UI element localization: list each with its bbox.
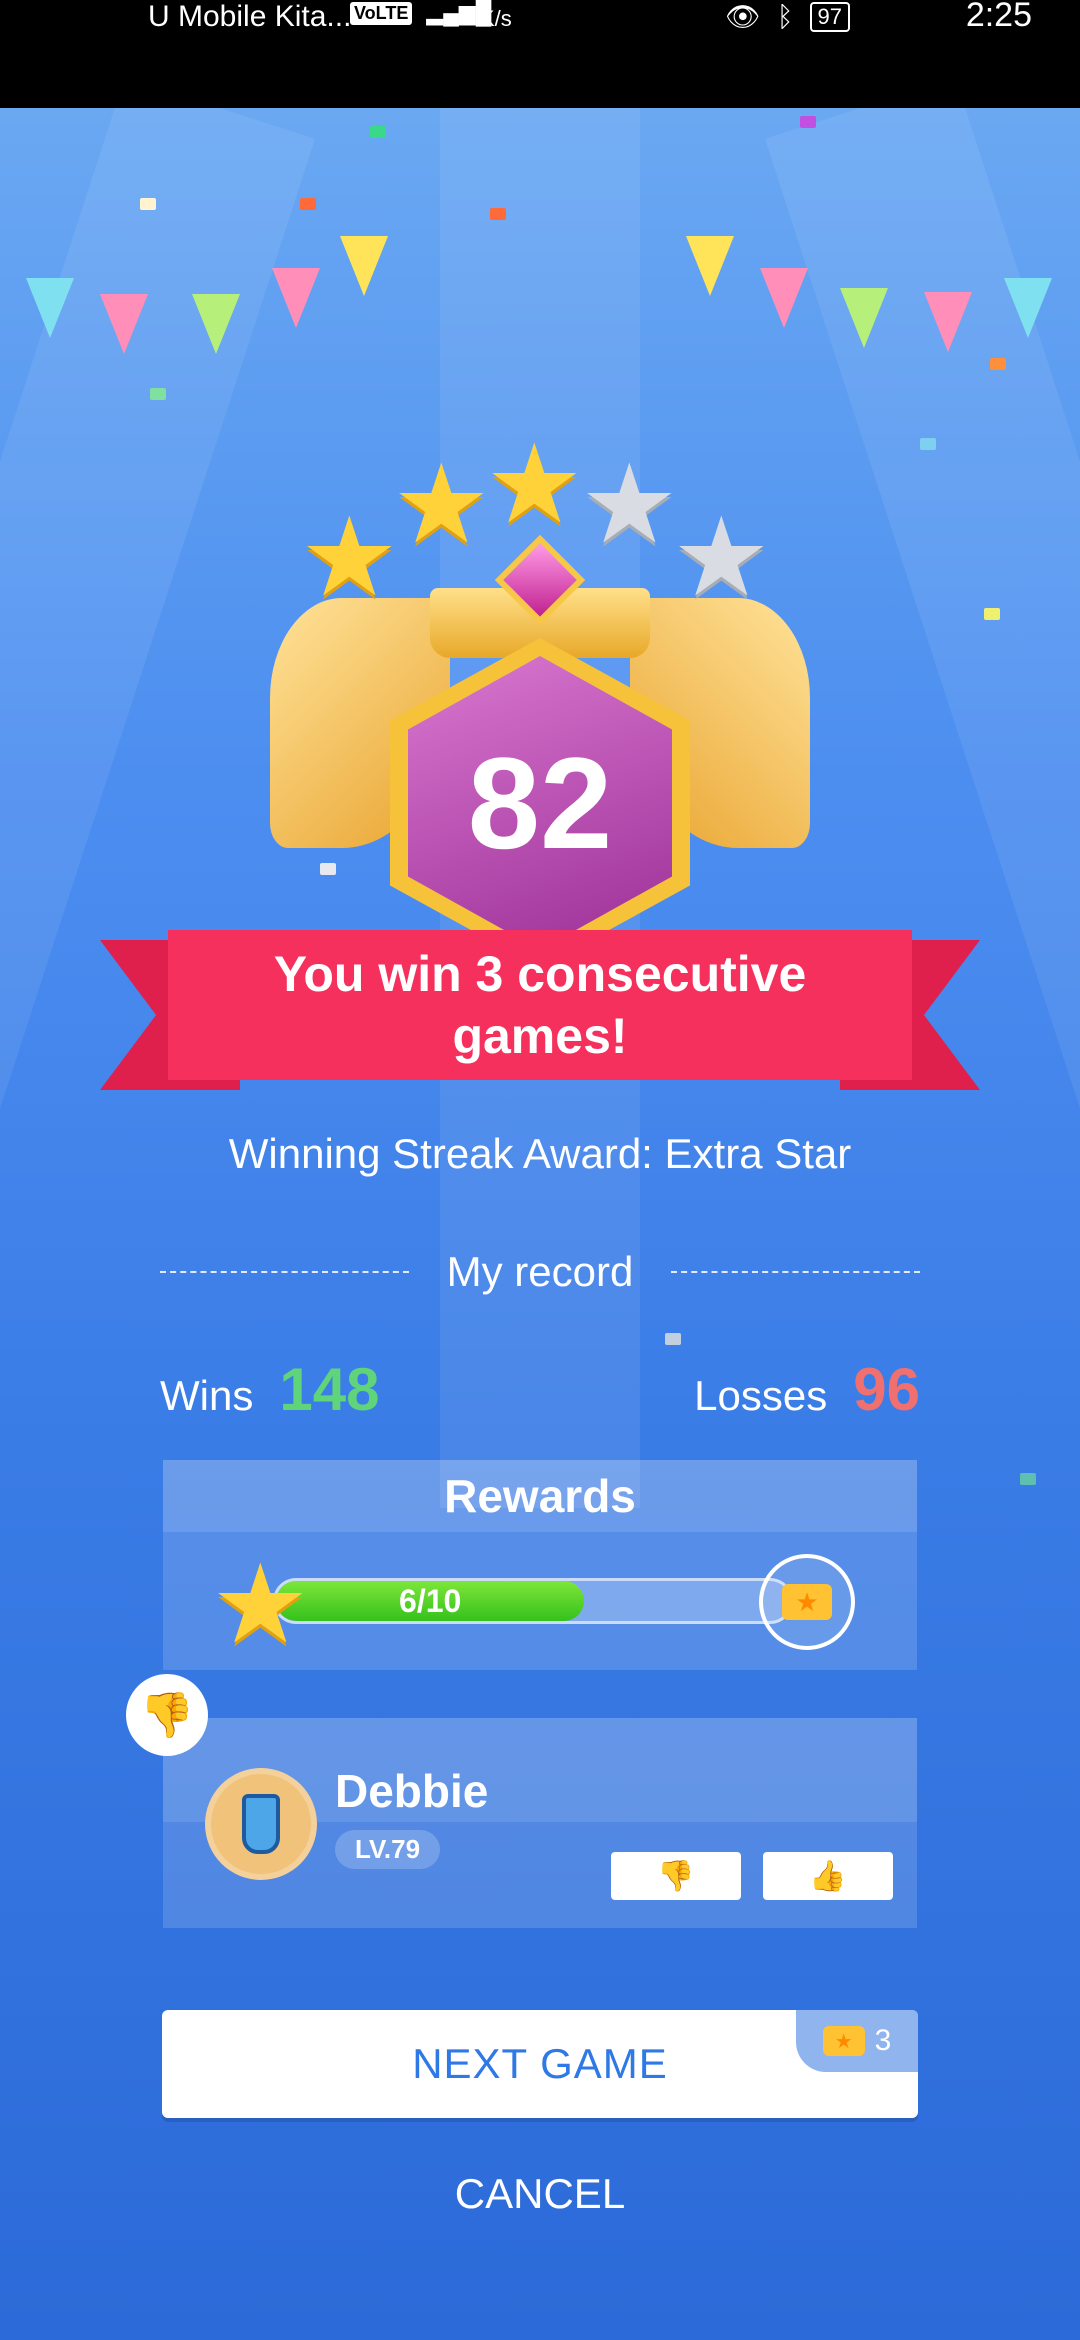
confetti [140, 198, 156, 210]
confetti [984, 608, 1000, 620]
rewards-progress-fill: 6/10 [276, 1581, 585, 1621]
confetti [370, 126, 386, 138]
bunting-flag [100, 294, 148, 354]
confetti [300, 198, 316, 210]
badge-face: 82 [408, 656, 672, 950]
divider [160, 1271, 409, 1273]
status-bar: U Mobile Kita... VoLTE ▂▄▆█ K/s 👁 ᛒ 97 2… [0, 0, 1080, 108]
clock: 2:25 [965, 0, 1032, 34]
avatar-pocket-icon [242, 1794, 280, 1854]
streak-banner-line1: You win 3 consecutive [273, 946, 807, 1002]
losses-stat: Losses 96 [694, 1355, 920, 1424]
dislike-bubble: 👎 [126, 1674, 208, 1756]
bunting-flag [192, 294, 240, 354]
award-text: Winning Streak Award: Extra Star [228, 1130, 852, 1177]
next-game-label: NEXT GAME [412, 2040, 668, 2087]
gold-star-icon: ★ [392, 443, 491, 566]
player-name: Debbie [335, 1765, 489, 1817]
thumbs-down-icon: 👎 [139, 1691, 195, 1740]
cancel-button[interactable]: CANCEL [0, 2170, 1080, 2218]
carrier-name: U Mobile Kita... [148, 0, 352, 33]
player-panel: Debbie LV.79 👎 👍 [163, 1718, 917, 1928]
player-level-badge: LV.79 [335, 1830, 441, 1869]
rewards-panel: Rewards 6/10 ★ ★ [163, 1460, 917, 1670]
gold-star-icon: ★ [485, 423, 584, 546]
streak-banner: You win 3 consecutive games! [168, 930, 912, 1080]
wins-label: Wins [160, 1372, 254, 1419]
avatar[interactable] [205, 1768, 317, 1880]
next-game-button[interactable]: NEXT GAME ★ 3 [162, 2010, 918, 2118]
confetti [665, 1333, 681, 1345]
gold-star-icon: ★ [300, 496, 399, 619]
star-icon: ★ [211, 1543, 310, 1666]
ticket-count: 3 [874, 2024, 892, 2057]
network-speed: K/s [480, 6, 512, 31]
rewards-title: Rewards [163, 1460, 917, 1532]
ticket-icon: ★ [822, 2026, 865, 2056]
record-header: My record [160, 1248, 921, 1296]
rewards-progress-bar: 6/10 [273, 1578, 793, 1624]
wins-value: 148 [279, 1356, 380, 1423]
rewards-progress-text: 6/10 [399, 1582, 462, 1619]
silver-star-icon: ★ [580, 443, 679, 566]
record-title: My record [446, 1248, 634, 1295]
confetti [490, 208, 506, 220]
confetti [990, 358, 1006, 370]
thumbs-down-icon: 👎 [657, 1859, 695, 1893]
confetti [920, 438, 936, 450]
volte-icon: VoLTE [350, 1, 413, 25]
badge-level-number: 82 [467, 730, 613, 876]
game-background: ★ ★ ★ ★ ★ 82 You win 3 consecutive games… [0, 108, 1080, 2340]
reward-ticket-button[interactable]: ★ [759, 1554, 855, 1650]
confetti [800, 116, 816, 128]
thumbs-up-icon: 👍 [809, 1859, 847, 1893]
divider [671, 1271, 921, 1273]
confetti [1020, 1473, 1036, 1485]
silver-star-icon: ★ [672, 496, 771, 619]
losses-label: Losses [694, 1372, 828, 1419]
ticket-icon: ★ [782, 1584, 832, 1620]
level-badge: ★ ★ ★ ★ ★ 82 [270, 430, 810, 1008]
bluetooth-icon: ᛒ [776, 0, 794, 32]
wins-stat: Wins 148 [160, 1355, 379, 1424]
eye-icon: 👁 [725, 1, 761, 32]
bunting-flag [26, 278, 74, 338]
thumbs-up-button[interactable]: 👍 [763, 1852, 893, 1900]
bunting-flag [760, 268, 808, 328]
bunting-flag [1004, 278, 1052, 338]
battery-icon: 97 [809, 1, 850, 32]
thumbs-down-button[interactable]: 👎 [611, 1852, 741, 1900]
bunting-flag [272, 268, 320, 328]
ticket-cost-tag: ★ 3 [796, 2010, 918, 2072]
system-icons: 👁 ᛒ 97 [725, 0, 850, 33]
streak-banner-text: You win 3 consecutive games! [274, 943, 807, 1067]
bunting-flag [340, 236, 388, 296]
network-icons: VoLTE ▂▄▆█ [350, 0, 491, 26]
bunting-flag [840, 288, 888, 348]
bunting-flag [686, 236, 734, 296]
losses-value: 96 [853, 1356, 920, 1423]
bunting-flag [924, 292, 972, 352]
confetti [150, 388, 166, 400]
streak-banner-line2: games! [452, 1008, 628, 1064]
